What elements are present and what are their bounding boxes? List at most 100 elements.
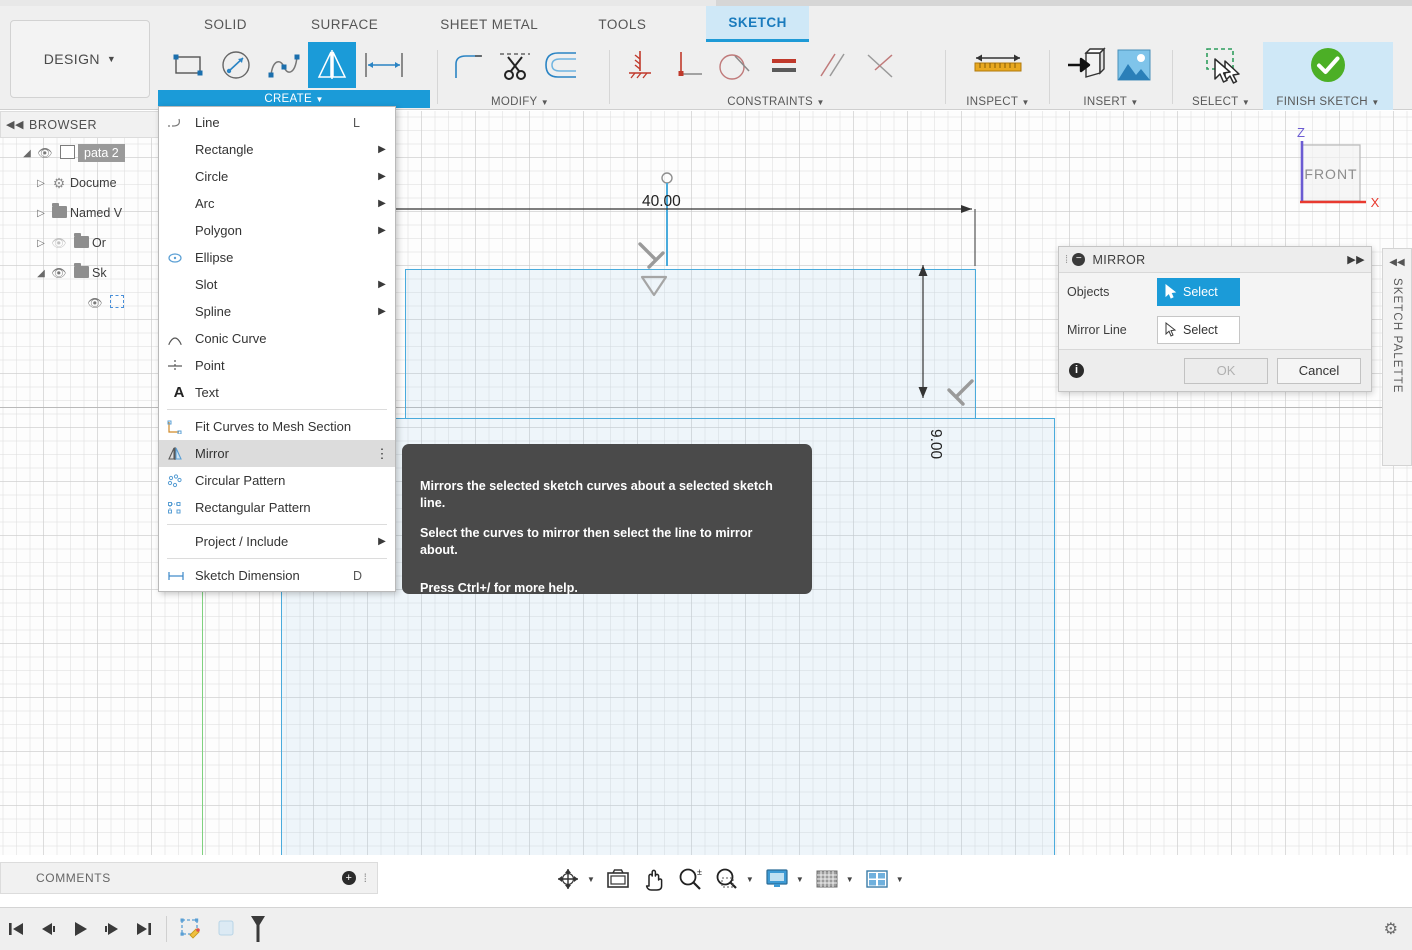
view-cube[interactable]: FRONT Z X [1274,121,1384,231]
sketch-dimension-tool[interactable] [356,42,412,88]
go-to-beginning-button[interactable] [0,914,32,944]
menu-item-sketch-dimension[interactable]: Sketch Dimension D [159,562,395,589]
equal-constraint[interactable] [760,42,808,88]
chevron-down-icon[interactable]: ▼ [846,875,854,884]
trim-tool[interactable] [492,42,540,88]
resize-handle-icon[interactable]: ⁞ [364,871,367,885]
collinear-constraint[interactable] [856,42,904,88]
extrude-feature[interactable] [209,914,243,944]
pan-tool[interactable] [639,864,669,894]
sketch-palette-tab[interactable]: ◀◀ SKETCH PALETTE [1382,248,1412,466]
step-forward-button[interactable] [96,914,128,944]
fit-tool[interactable] [711,864,743,894]
orbit-tool[interactable] [552,864,584,894]
menu-item-slot[interactable]: Slot ▶ [159,271,395,298]
canvas-image-tool[interactable] [1110,42,1158,88]
fillet-tool[interactable] [444,42,492,88]
menu-item-fit-curves-to-mesh-section[interactable]: Fit Curves to Mesh Section [159,413,395,440]
display-settings-tool[interactable] [602,864,634,894]
chevron-down-icon[interactable]: ▼ [896,875,904,884]
ribbon-panel-inspect-label[interactable]: INSPECT ▼ [952,96,1044,108]
zoom-tool[interactable]: ± [674,864,706,894]
expand-arrow-icon[interactable]: ◢ [34,268,48,279]
collapse-left-icon[interactable]: ◀◀ [1389,257,1404,268]
spline-tool[interactable] [260,42,308,88]
eye-icon[interactable]: 👁 [48,266,70,280]
comments-bar[interactable]: COMMENTS + ⁞ [0,862,378,894]
grid-snaps-tool[interactable] [811,864,843,894]
menu-item-circle[interactable]: Circle ▶ [159,163,395,190]
tab-solid[interactable]: SOLID [182,6,269,42]
menu-item-conic-curve[interactable]: Conic Curve [159,325,395,352]
menu-item-project-include[interactable]: Project / Include ▶ [159,528,395,555]
menu-item-arc[interactable]: Arc ▶ [159,190,395,217]
expand-right-icon[interactable]: ▶▶ [1347,253,1365,266]
play-button[interactable] [64,914,96,944]
eye-hidden-icon[interactable]: 👁 [48,236,70,250]
menu-item-line[interactable]: Line L [159,109,395,136]
expand-arrow-icon[interactable]: ◢ [20,148,34,159]
menu-item-ellipse[interactable]: Ellipse [159,244,395,271]
drag-handle-icon[interactable]: ⁞ [1065,254,1068,266]
menu-item-point[interactable]: Point [159,352,395,379]
ribbon-panel-select-label[interactable]: SELECT ▼ [1180,96,1262,108]
collapse-left-icon[interactable]: ◀◀ [1,118,29,131]
insert-derive-tool[interactable] [1062,42,1110,88]
parallel-constraint[interactable] [808,42,856,88]
tab-tools[interactable]: TOOLS [576,6,668,42]
dimension-value-horizontal[interactable]: 40.00 [642,193,681,211]
expand-arrow-icon[interactable]: ▷ [34,178,48,189]
vertical-dimension-9[interactable] [905,259,945,404]
chevron-down-icon[interactable]: ▼ [587,875,595,884]
eye-icon[interactable]: 👁 [84,296,106,310]
menu-item-text[interactable]: A Text [159,379,395,406]
offset-tool[interactable] [540,42,588,88]
step-back-button[interactable] [32,914,64,944]
display-mode-tool[interactable] [761,864,793,894]
ribbon-panel-insert-label[interactable]: INSERT ▼ [1056,96,1166,108]
add-comment-icon[interactable]: + [341,871,356,885]
overflow-menu-icon[interactable]: ⋮ [369,446,395,462]
tab-surface[interactable]: SURFACE [289,6,400,42]
measure-tool[interactable] [963,42,1033,88]
finish-sketch-tool[interactable] [1304,42,1352,88]
mirror-ok-button[interactable]: OK [1184,357,1268,384]
design-workspace-button[interactable]: DESIGN ▼ [10,20,150,98]
mirror-objects-select-button[interactable]: Select [1157,278,1240,306]
viewports-tool[interactable] [861,864,893,894]
mirror-dialog-header[interactable]: ⁞ − MIRROR ▶▶ [1059,247,1371,273]
fix-unfix-constraint[interactable] [616,42,664,88]
eye-icon[interactable]: 👁 [34,146,56,160]
expand-arrow-icon[interactable]: ▷ [34,238,48,249]
sketch-feature[interactable] [173,914,209,944]
mirror-cancel-button[interactable]: Cancel [1277,357,1361,384]
mirror-tool[interactable] [308,42,356,88]
chevron-down-icon[interactable]: ▼ [746,875,754,884]
dimension-value-vertical[interactable]: 9.00 [926,429,944,459]
ribbon-panel-finish-sketch-label[interactable]: FINISH SKETCH ▼ [1263,96,1393,108]
chevron-down-icon[interactable]: ▼ [796,875,804,884]
menu-item-mirror[interactable]: Mirror ⋮ [159,440,395,467]
tab-sheet-metal[interactable]: SHEET METAL [418,6,560,42]
info-icon[interactable]: i [1069,363,1084,378]
sketch-profile-region-band[interactable] [405,269,976,419]
gear-icon[interactable]: ⚙ [1384,919,1398,939]
perpendicular-constraint[interactable] [664,42,712,88]
menu-item-circular-pattern[interactable]: Circular Pattern [159,467,395,494]
tab-sketch[interactable]: SKETCH [706,6,809,42]
menu-item-rectangle[interactable]: Rectangle ▶ [159,136,395,163]
rectangle-tool[interactable] [164,42,212,88]
menu-item-polygon[interactable]: Polygon ▶ [159,217,395,244]
collapse-icon[interactable]: − [1072,253,1086,266]
menu-item-spline[interactable]: Spline ▶ [159,298,395,325]
menu-item-rectangular-pattern[interactable]: Rectangular Pattern [159,494,395,521]
tangent-constraint[interactable] [712,42,760,88]
mirror-line-select-button[interactable]: Select [1157,316,1240,344]
ribbon-panel-modify-label[interactable]: MODIFY ▼ [444,96,596,108]
horizontal-dimension-40[interactable] [380,171,990,266]
go-to-end-button[interactable] [128,914,160,944]
ribbon-panel-constraints-label[interactable]: CONSTRAINTS ▼ [616,96,936,108]
timeline-marker[interactable] [243,914,273,944]
expand-arrow-icon[interactable]: ▷ [34,208,48,219]
circle-tool[interactable] [212,42,260,88]
